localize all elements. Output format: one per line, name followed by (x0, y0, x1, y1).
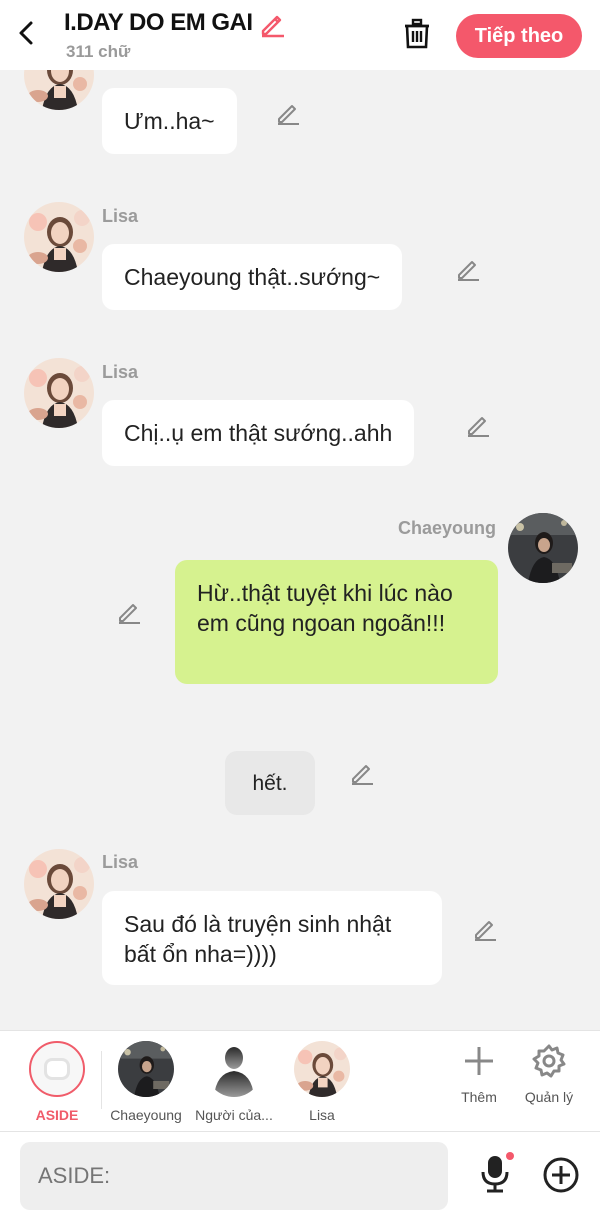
manage-label: Quản lý (524, 1089, 574, 1105)
character-label: Lisa (309, 1107, 335, 1123)
pencil-icon[interactable] (465, 412, 491, 438)
character-label: Người của... (195, 1107, 273, 1123)
character-aside[interactable]: ASIDE (28, 1041, 86, 1123)
plus-icon (465, 1047, 493, 1075)
pencil-icon[interactable] (258, 10, 286, 38)
pencil-icon[interactable] (349, 760, 375, 786)
message-bubble[interactable]: Ưm..ha~ (102, 88, 237, 154)
sender-name: Lisa (102, 362, 139, 382)
add-label: Thêm (461, 1089, 497, 1105)
aside-icon (29, 1041, 85, 1097)
avatar[interactable] (24, 358, 94, 428)
avatar (118, 1041, 174, 1097)
back-arrow-icon[interactable] (14, 18, 38, 48)
page-title: I.DAY DO EM GAI (64, 9, 253, 36)
pencil-icon[interactable] (455, 256, 481, 282)
trash-icon[interactable] (402, 18, 432, 50)
next-button[interactable]: Tiếp theo (456, 14, 582, 58)
pencil-icon[interactable] (472, 916, 498, 942)
character-label: Chaeyoung (110, 1107, 182, 1123)
sender-name: Lisa (102, 852, 139, 872)
silhouette-avatar (206, 1041, 262, 1097)
pencil-icon[interactable] (116, 599, 142, 625)
message-bubble[interactable]: Sau đó là truyện sinh nhật bất ổn nha=))… (102, 891, 442, 985)
plus-circle-icon[interactable] (542, 1156, 580, 1194)
avatar[interactable] (24, 70, 94, 110)
character-chaeyoung[interactable]: Chaeyoung (108, 1041, 184, 1123)
character-lisa[interactable]: Lisa (292, 1041, 352, 1123)
message-input[interactable] (20, 1142, 448, 1210)
avatar[interactable] (24, 849, 94, 919)
gear-icon (532, 1044, 566, 1078)
chat-area[interactable]: Ưm..ha~ Lisa Chaeyoung thật..sướng~ Lisa… (0, 70, 600, 1030)
message-bubble[interactable]: Hừ..thật tuyệt khi lúc nào em cũng ngoan… (175, 560, 498, 684)
divider (101, 1051, 102, 1109)
microphone-icon[interactable] (478, 1152, 514, 1196)
character-other[interactable]: Người của... (194, 1041, 274, 1123)
pencil-icon[interactable] (275, 100, 301, 126)
sender-name: Lisa (102, 206, 139, 226)
message-bubble[interactable]: Chaeyoung thật..sướng~ (102, 244, 403, 310)
word-count: 311 chữ (66, 42, 131, 61)
add-character-button[interactable]: Thêm (456, 1043, 502, 1105)
character-bar: ASIDE Chaeyoung Người của... Lisa Thêm Q… (0, 1030, 600, 1132)
avatar (294, 1041, 350, 1097)
message-bubble[interactable]: Chị..ụ em thật sướng..ahh (102, 400, 415, 466)
avatar[interactable] (508, 513, 578, 583)
input-bar (0, 1132, 600, 1221)
manage-button[interactable]: Quản lý (520, 1043, 578, 1105)
avatar[interactable] (24, 202, 94, 272)
character-label: ASIDE (35, 1107, 79, 1123)
top-bar: I.DAY DO EM GAI 311 chữ Tiếp theo (0, 0, 600, 70)
sender-name: Chaeyoung (398, 518, 497, 538)
aside-bubble[interactable]: hết. (225, 751, 315, 815)
